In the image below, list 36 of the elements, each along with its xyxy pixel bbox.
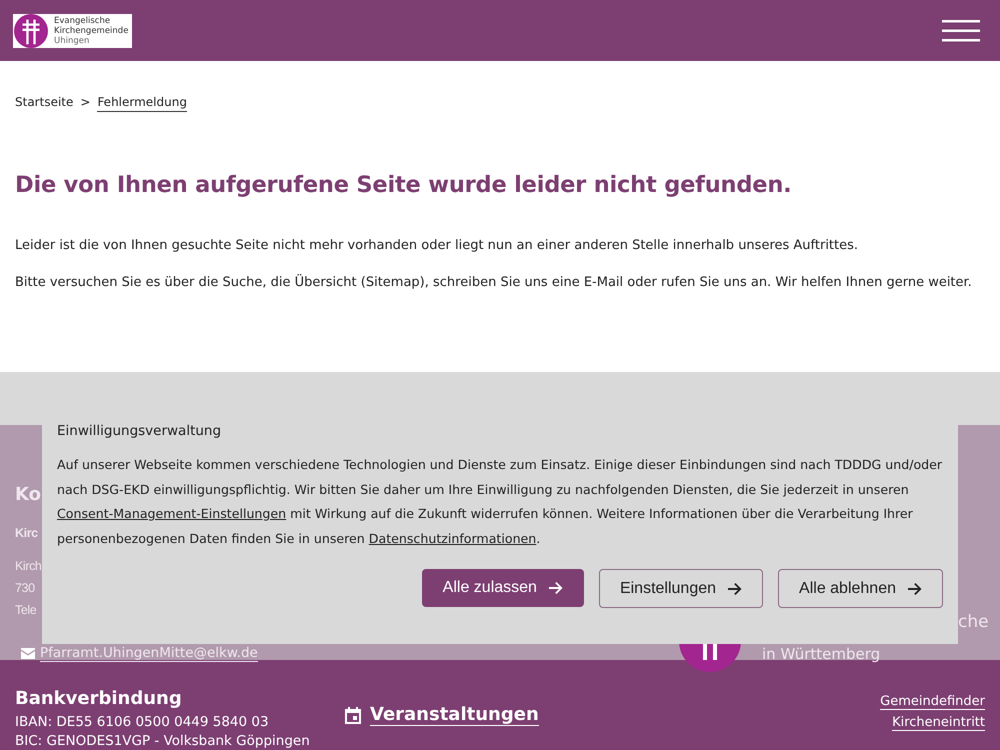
events-link[interactable]: Veranstaltungen [370,704,539,726]
footer-text: Kirch [15,558,42,574]
footer-text: 730 [15,580,35,596]
consent-link[interactable]: Consent-Management-Einstellungen [57,506,286,521]
arrow-right-icon [548,582,563,594]
footer-text: che [958,612,989,632]
footer-text: BIC: GENODES1VGP - Volksbank Göppingen [15,733,311,749]
arrow-right-icon [908,582,922,594]
arrow-right-icon [728,582,742,594]
footer-heading: Bankverbindung [15,688,183,709]
footer-link[interactable]: Kircheneintritt [892,715,985,731]
logo-text: Uhingen [54,36,90,46]
page-heading: Die von Ihnen aufgerufene Seite wurde leider nicht gefunden. [15,172,793,198]
breadcrumb-link[interactable]: Fehlermeldung [97,95,187,112]
logo-text: Evangelische [54,16,112,26]
footer-text: IBAN: DE55 6106 0500 0449 5840 03 [15,714,270,730]
consent-button[interactable]: Alle zulassen [422,569,584,607]
consent-button[interactable]: Einstellungen [598,569,764,608]
consent-text: Auf unserer Webseite kommen verschiedene Technologien und Dienste zum Einsatz. Einige dieser Einbindungen sind nach TDDDG und/oder nach DSG-EKD einwilligungspflichtig. Wir bitten Sie daher um Ihre Einwilligung zu nachfolgenden Diensten, die Sie jederzeit in unseren Consent-Management-Einstellungen mit Wirkung auf die Zukunft widerrufen können. Weitere Informationen über die Verarbeitung Ihrer personenbezogenen Daten finden Sie in unseren Datenschutzinformationen. [57,456,943,548]
envelope-icon [21,648,35,659]
church-logo[interactable]: Evangelische Kirchengemeinde Uhingen [13,14,132,48]
footer-heading: Ko [15,484,41,505]
dialog-title: Einwilligungsverwaltung [57,423,222,439]
breadcrumb-link[interactable]: Startseite [15,95,74,109]
consent-link[interactable]: Datenschutzinformationen [368,530,536,546]
body-text: Leider ist die von Ihnen gesuchte Seite nicht mehr vorhanden oder liegt nun an einer anderen Stelle innerhalb unseres Auftrittes. [15,238,860,253]
footer-text: Tele [15,602,36,618]
calendar-icon [345,706,361,724]
body-text: Bitte versuchen Sie es über die Suche, die Übersicht (Sitemap), schreiben Sie uns eine E-Mail oder rufen Sie uns an. Wir helfen Ihnen gerne weiter. [15,275,973,290]
footer-link[interactable]: Gemeindefinder [880,694,985,710]
consent-button[interactable]: Alle ablehnen [778,569,943,608]
menu-icon[interactable] [942,20,980,42]
breadcrumb-separator: > [80,95,90,109]
footer-text: in Württemberg [762,645,880,663]
logo-text: Kirchengemeinde [54,26,128,36]
footer-text: Kirc [15,525,38,541]
